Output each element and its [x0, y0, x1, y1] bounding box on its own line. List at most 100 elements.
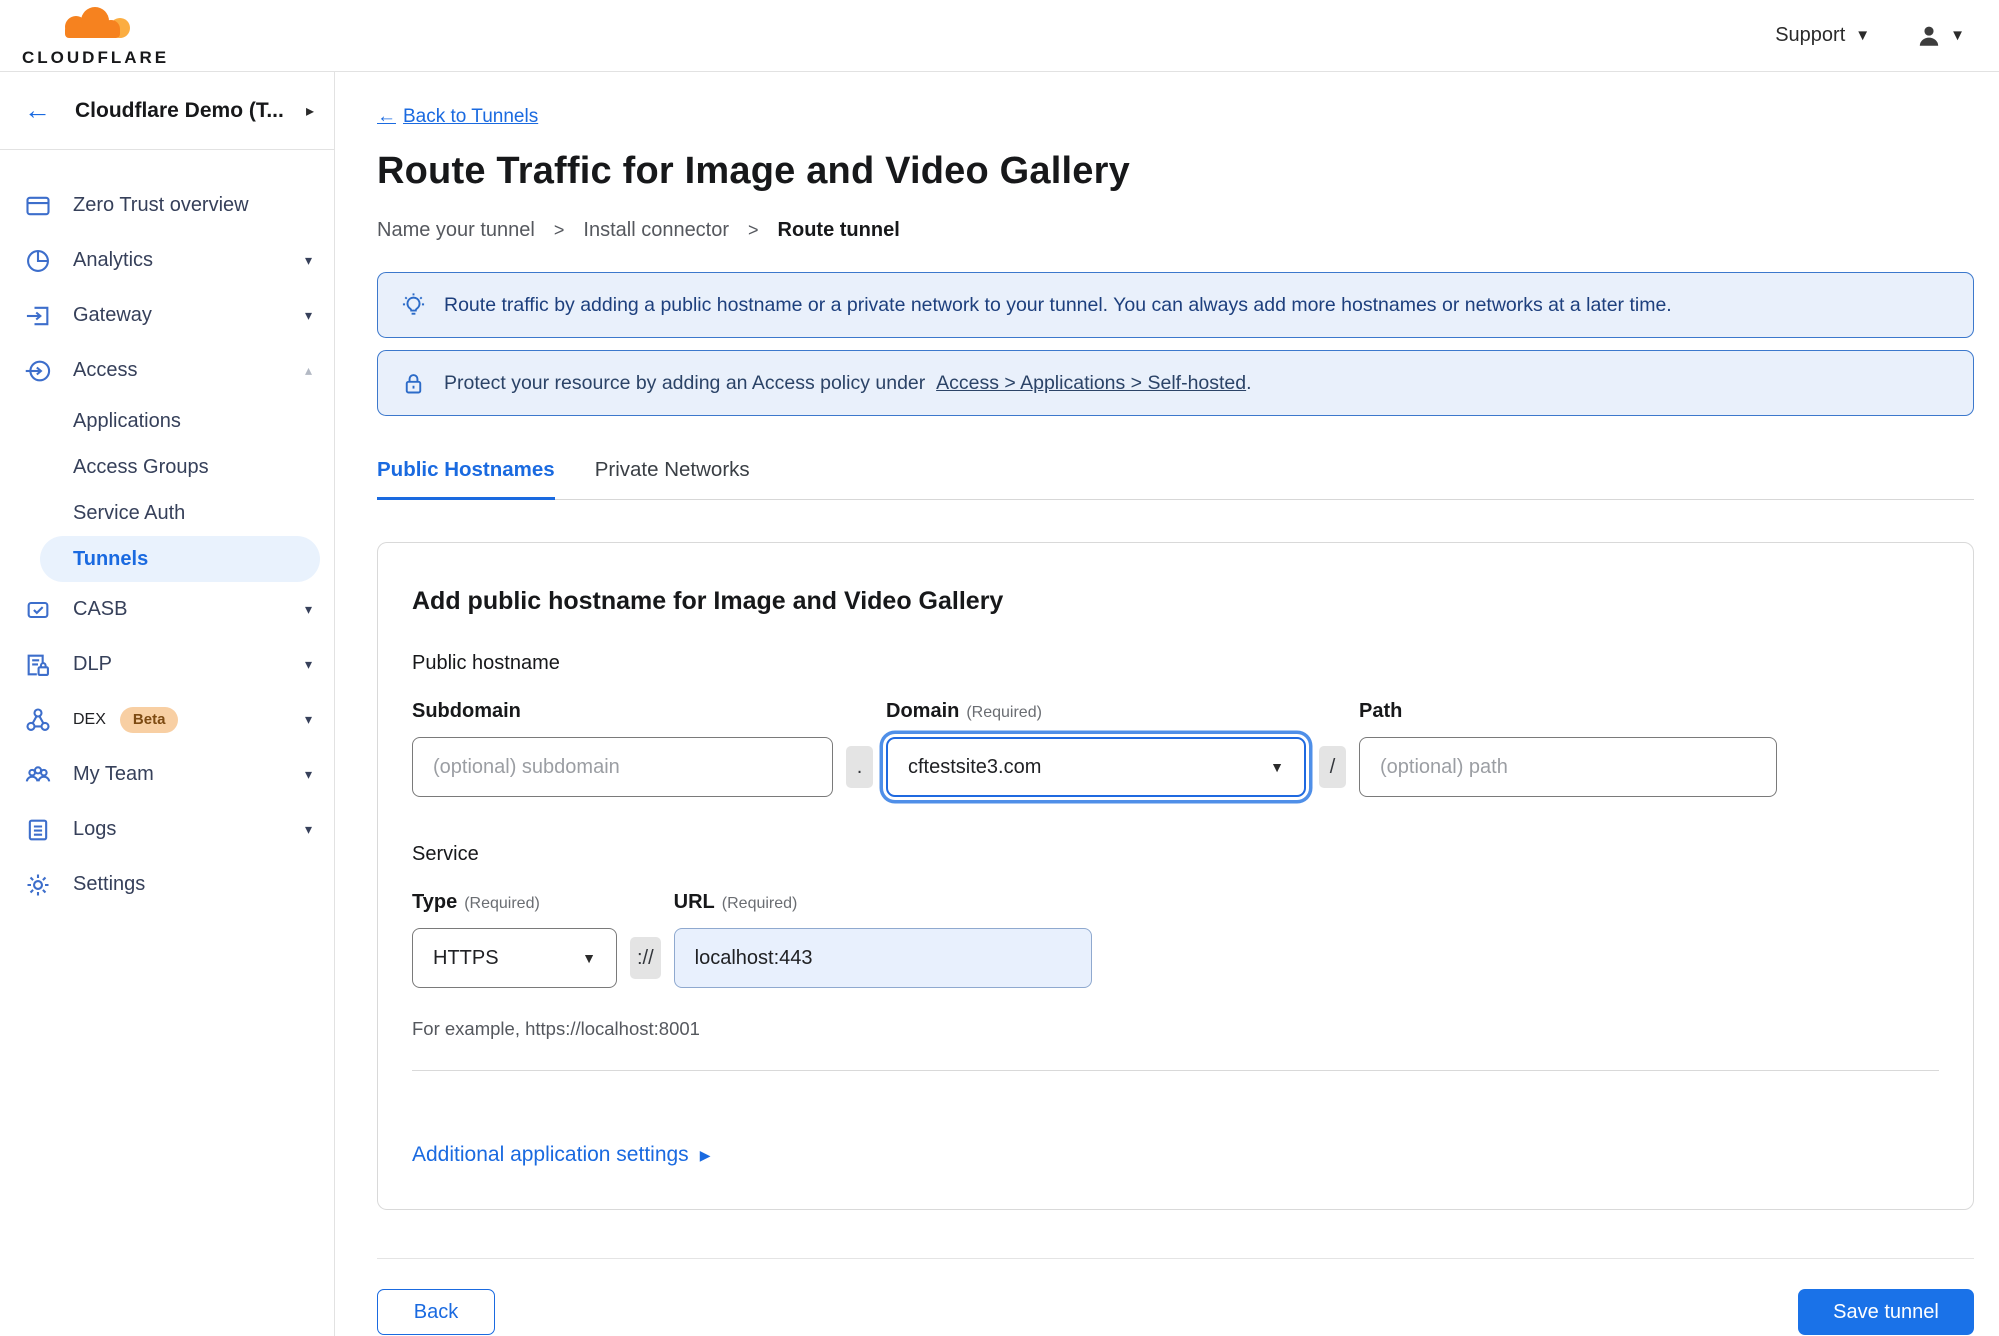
back-to-tunnels-link[interactable]: ← Back to Tunnels [377, 106, 538, 128]
gateway-icon [24, 302, 52, 330]
sidebar-item-logs[interactable]: Logs ▾ [0, 802, 334, 857]
sidebar-account-header: ← Cloudflare Demo (T... ▸ [0, 72, 334, 150]
sidebar-item-service-auth[interactable]: Service Auth [0, 490, 334, 536]
back-button[interactable]: Back [377, 1289, 495, 1335]
beta-badge: Beta [119, 706, 179, 733]
chevron-down-icon: ▾ [304, 711, 312, 727]
access-icon [24, 357, 52, 385]
step-separator: > [748, 220, 759, 240]
triangle-right-icon: ▶ [699, 1147, 711, 1163]
sidebar-item-gateway[interactable]: Gateway ▾ [0, 288, 334, 343]
overview-window-icon [24, 192, 52, 220]
route-traffic-info-text: Route traffic by adding a public hostnam… [444, 293, 1672, 316]
chevron-down-icon: ▾ [304, 656, 312, 672]
sidebar-item-dlp[interactable]: DLP ▾ [0, 637, 334, 692]
top-bar: CLOUDFLARE Support ▼ ▼ [0, 0, 1999, 72]
chevron-right-icon[interactable]: ▸ [306, 101, 314, 121]
casb-icon [24, 596, 52, 624]
chevron-up-icon: ▴ [304, 362, 312, 378]
slash-separator: / [1319, 746, 1346, 788]
step-name-your-tunnel[interactable]: Name your tunnel [377, 219, 535, 242]
access-policy-text: Protect your resource by adding an Acces… [444, 371, 926, 394]
access-applications-self-hosted-link[interactable]: Access > Applications > Self-hosted [936, 372, 1246, 394]
public-hostname-card: Add public hostname for Image and Video … [377, 542, 1974, 1210]
step-separator: > [553, 220, 565, 240]
service-type-select[interactable]: HTTPS ▼ [412, 928, 617, 988]
required-hint: (Required) [464, 895, 540, 912]
route-traffic-info-banner: Route traffic by adding a public hostnam… [377, 272, 1974, 338]
cloudflare-cloud-icon [50, 6, 142, 47]
footer-divider [377, 1258, 1974, 1259]
chevron-down-icon: ▾ [304, 307, 312, 323]
url-example-hint: For example, https://localhost:8001 [412, 1018, 700, 1039]
card-heading: Add public hostname for Image and Video … [412, 587, 1004, 615]
required-hint: (Required) [721, 895, 798, 912]
access-policy-text-suffix: . [1246, 371, 1252, 394]
service-section-label: Service [412, 843, 479, 865]
step-route-tunnel: Route tunnel [777, 219, 900, 241]
footer-actions: Back Save tunnel [377, 1289, 1974, 1335]
dlp-document-lock-icon [24, 651, 52, 679]
sidebar-item-access[interactable]: Access ▴ [0, 343, 334, 398]
domain-select[interactable]: cftestsite3.com ▼ [886, 737, 1306, 797]
chevron-down-icon: ▾ [304, 252, 312, 268]
dex-nodes-icon [24, 706, 52, 734]
sidebar-item-access-groups[interactable]: Access Groups [0, 444, 334, 490]
subdomain-input[interactable] [412, 737, 833, 797]
sidebar-item-casb[interactable]: CASB ▾ [0, 582, 334, 637]
sidebar-item-analytics[interactable]: Analytics ▾ [0, 233, 334, 288]
support-menu[interactable]: Support ▼ [1775, 24, 1870, 47]
chevron-down-icon: ▼ [582, 950, 596, 966]
required-hint: (Required) [966, 704, 1042, 721]
save-tunnel-button[interactable]: Save tunnel [1798, 1289, 1974, 1335]
breadcrumb: Name your tunnel > Install connector > R… [377, 219, 1974, 242]
main-content: ← Back to Tunnels Route Traffic for Imag… [335, 72, 1999, 1336]
sidebar-item-label: DEX [73, 710, 106, 728]
sidebar-nav: Zero Trust overview Analytics ▾ Gateway … [0, 150, 334, 912]
chevron-down-icon: ▼ [1270, 759, 1284, 775]
my-team-people-icon [24, 761, 52, 789]
lightbulb-icon [400, 292, 427, 319]
chevron-down-icon: ▼ [1950, 27, 1965, 44]
dot-separator: . [846, 746, 873, 788]
path-label: Path [1359, 700, 1403, 722]
sidebar-item-dex[interactable]: DEX Beta ▾ [0, 692, 334, 747]
logs-document-icon [24, 816, 52, 844]
service-url-input[interactable] [673, 928, 1092, 988]
type-label: Type [412, 891, 458, 913]
arrow-left-icon: ← [377, 106, 396, 127]
hostname-fields-row: Subdomain . Domain (Required) cftestsite3… [412, 700, 1939, 797]
chevron-down-icon: ▾ [304, 821, 312, 837]
sidebar-item-tunnels[interactable]: Tunnels [40, 536, 320, 582]
zero-trust-dashboard: CLOUDFLARE Support ▼ ▼ ← Cloudflare Demo… [0, 0, 1999, 1336]
service-type-value: HTTPS [433, 946, 499, 969]
lock-icon [400, 370, 427, 397]
chevron-down-icon: ▾ [304, 601, 312, 617]
card-divider [412, 1070, 1939, 1071]
domain-selected-value: cftestsite3.com [908, 755, 1042, 778]
path-input[interactable] [1359, 737, 1777, 797]
tab-public-hostnames[interactable]: Public Hostnames [377, 458, 555, 500]
cloudflare-logo-text: CLOUDFLARE [22, 47, 170, 67]
page-title: Route Traffic for Image and Video Galler… [377, 150, 1130, 192]
back-arrow-icon[interactable]: ← [24, 97, 51, 124]
access-policy-banner: Protect your resource by adding an Acces… [377, 350, 1974, 416]
sidebar-item-settings[interactable]: Settings [0, 857, 334, 912]
subdomain-label: Subdomain [412, 700, 521, 722]
chevron-down-icon: ▾ [304, 766, 312, 782]
account-name: Cloudflare Demo (T... [75, 98, 284, 122]
hostname-tabs: Public Hostnames Private Networks [377, 458, 1974, 500]
chevron-down-icon: ▼ [1855, 27, 1871, 44]
sidebar-item-my-team[interactable]: My Team ▾ [0, 747, 334, 802]
additional-application-settings-toggle[interactable]: Additional application settings ▶ [412, 1143, 710, 1167]
sidebar-item-zero-trust-overview[interactable]: Zero Trust overview [0, 178, 334, 233]
url-label: URL [673, 891, 715, 913]
topbar-right: Support ▼ ▼ [1775, 23, 1965, 49]
user-menu[interactable]: ▼ [1916, 23, 1965, 49]
sidebar-item-applications[interactable]: Applications [0, 398, 334, 444]
cloudflare-logo[interactable]: CLOUDFLARE [22, 4, 169, 68]
step-install-connector[interactable]: Install connector [583, 219, 729, 242]
support-label: Support [1775, 24, 1846, 46]
tab-private-networks[interactable]: Private Networks [595, 458, 750, 499]
analytics-pie-icon [24, 247, 52, 275]
